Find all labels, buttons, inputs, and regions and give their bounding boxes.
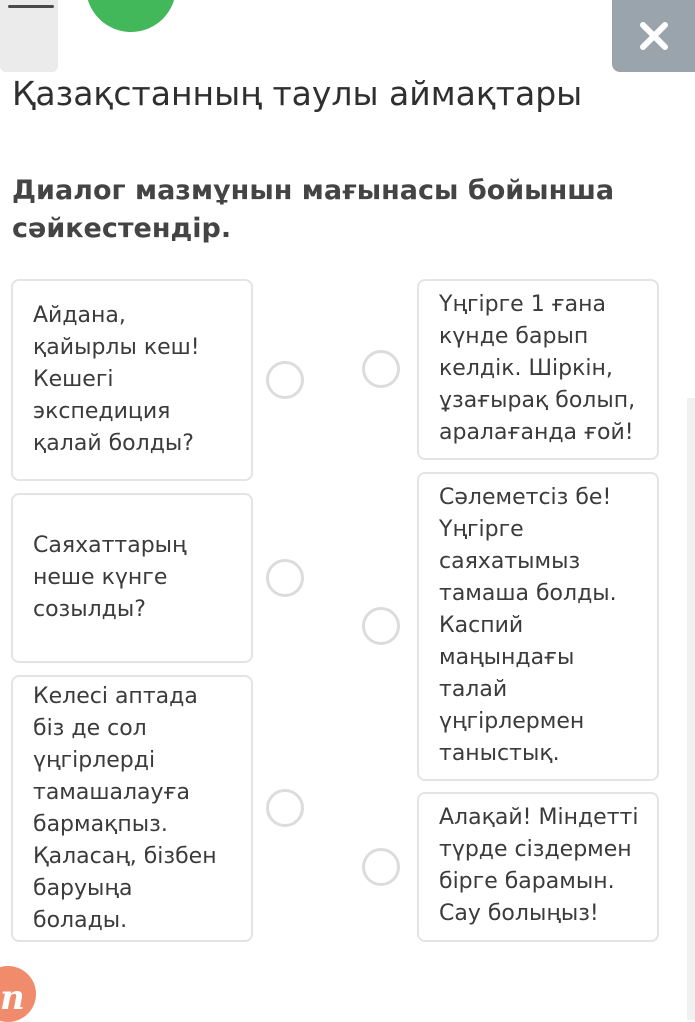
right-card-text: Алақай! Міндетті түрде сіздермен бірге б… bbox=[439, 805, 639, 926]
close-button[interactable] bbox=[612, 0, 695, 72]
right-card-2[interactable]: Сәлеметсіз бе! Үңгірге саяхатымыз тамаша… bbox=[417, 472, 659, 781]
right-match-dot-3[interactable] bbox=[362, 848, 400, 886]
right-match-dot-1[interactable] bbox=[362, 350, 400, 388]
left-match-dot-1[interactable] bbox=[266, 361, 304, 399]
right-card-3[interactable]: Алақай! Міндетті түрде сіздермен бірге б… bbox=[417, 792, 659, 942]
right-match-dot-2[interactable] bbox=[362, 607, 400, 645]
left-match-dot-3[interactable] bbox=[266, 789, 304, 827]
menu-button[interactable] bbox=[0, 0, 58, 72]
right-card-1[interactable]: Үңгірге 1 ғана күнде барып келдік. Шіркі… bbox=[417, 279, 659, 460]
faded-icon bbox=[478, 0, 518, 4]
left-card-text: Айдана, қайырлы кеш! Кешегі экспедиция қ… bbox=[33, 303, 200, 456]
menu-icon bbox=[8, 5, 54, 8]
question-instruction: Диалог мазмұнын мағынасы бойынша сәйкест… bbox=[12, 175, 615, 244]
close-x-icon bbox=[639, 22, 668, 50]
left-card-3[interactable]: Келесі аптада біз де сол үңгірлерді тама… bbox=[11, 675, 253, 942]
left-match-dot-2[interactable] bbox=[266, 559, 304, 597]
left-card-2[interactable]: Саяхаттарың неше күнге созылды? bbox=[11, 493, 253, 663]
progress-indicator bbox=[86, 0, 176, 32]
scrollbar-track[interactable] bbox=[687, 398, 695, 1020]
left-card-text: Келесі аптада біз де сол үңгірлерді тама… bbox=[33, 683, 217, 933]
left-card-text: Саяхаттарың неше күнге созылды? bbox=[33, 533, 187, 622]
page-title: Қазақстанның таулы аймақтары bbox=[12, 74, 583, 113]
left-card-1[interactable]: Айдана, қайырлы кеш! Кешегі экспедиция қ… bbox=[11, 279, 253, 481]
app-logo: n bbox=[0, 966, 36, 1022]
right-card-text: Сәлеметсіз бе! Үңгірге саяхатымыз тамаша… bbox=[439, 485, 617, 766]
right-card-text: Үңгірге 1 ғана күнде барып келдік. Шіркі… bbox=[439, 292, 636, 445]
